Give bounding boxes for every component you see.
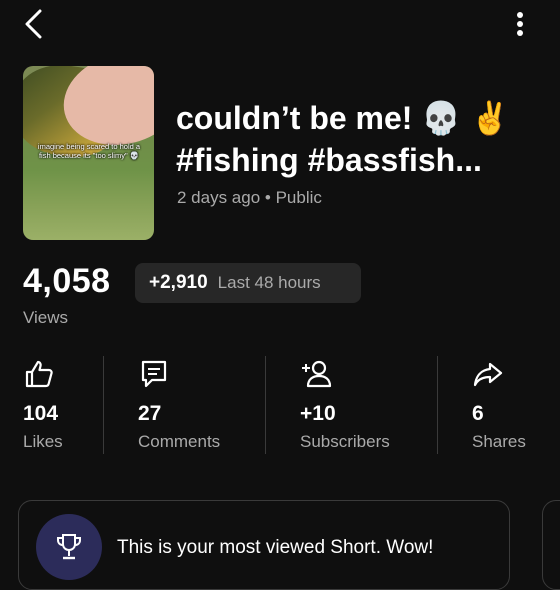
- thumbnail-caption: imagine being scared to hold a fish beca…: [37, 142, 141, 160]
- video-meta: 2 days ago • Public: [177, 188, 322, 207]
- views-count: 4,058: [23, 262, 111, 300]
- likes-value: 104: [23, 402, 59, 425]
- stat-likes: 104 Likes: [23, 358, 63, 451]
- shares-label: Shares: [472, 432, 526, 451]
- views-period: Last 48 hours: [217, 273, 321, 292]
- views-delta-chip: +2,910 Last 48 hours: [135, 263, 361, 303]
- views-delta: +2,910: [149, 272, 208, 293]
- video-thumbnail[interactable]: imagine being scared to hold a fish beca…: [23, 66, 154, 240]
- back-button[interactable]: [14, 6, 54, 42]
- add-person-icon: [302, 360, 332, 388]
- divider: [437, 356, 438, 454]
- stat-subscribers: +10 Subscribers: [300, 358, 390, 451]
- comment-icon: [141, 360, 167, 388]
- subscribers-label: Subscribers: [300, 432, 390, 451]
- more-options-button[interactable]: [504, 6, 536, 42]
- next-insight-card[interactable]: [542, 500, 560, 590]
- divider: [103, 356, 104, 454]
- trophy-icon: [57, 534, 81, 560]
- subscribers-value: +10: [300, 402, 336, 425]
- likes-label: Likes: [23, 432, 63, 451]
- insight-text: This is your most viewed Short. Wow!: [117, 537, 434, 558]
- views-label: Views: [23, 308, 69, 327]
- comments-value: 27: [138, 402, 162, 425]
- stat-shares: 6 Shares: [472, 358, 526, 451]
- divider: [265, 356, 266, 454]
- more-vert-icon: [517, 12, 523, 36]
- share-icon: [473, 362, 503, 387]
- chevron-left-icon: [25, 9, 42, 39]
- video-title: couldn’t be me! 💀 ✌️ #fishing #bassfish.…: [176, 100, 510, 178]
- comments-label: Comments: [138, 432, 221, 451]
- shares-value: 6: [472, 402, 484, 425]
- trophy-badge: [36, 514, 102, 580]
- thumb-up-icon: [25, 360, 53, 388]
- stat-comments: 27 Comments: [138, 358, 220, 451]
